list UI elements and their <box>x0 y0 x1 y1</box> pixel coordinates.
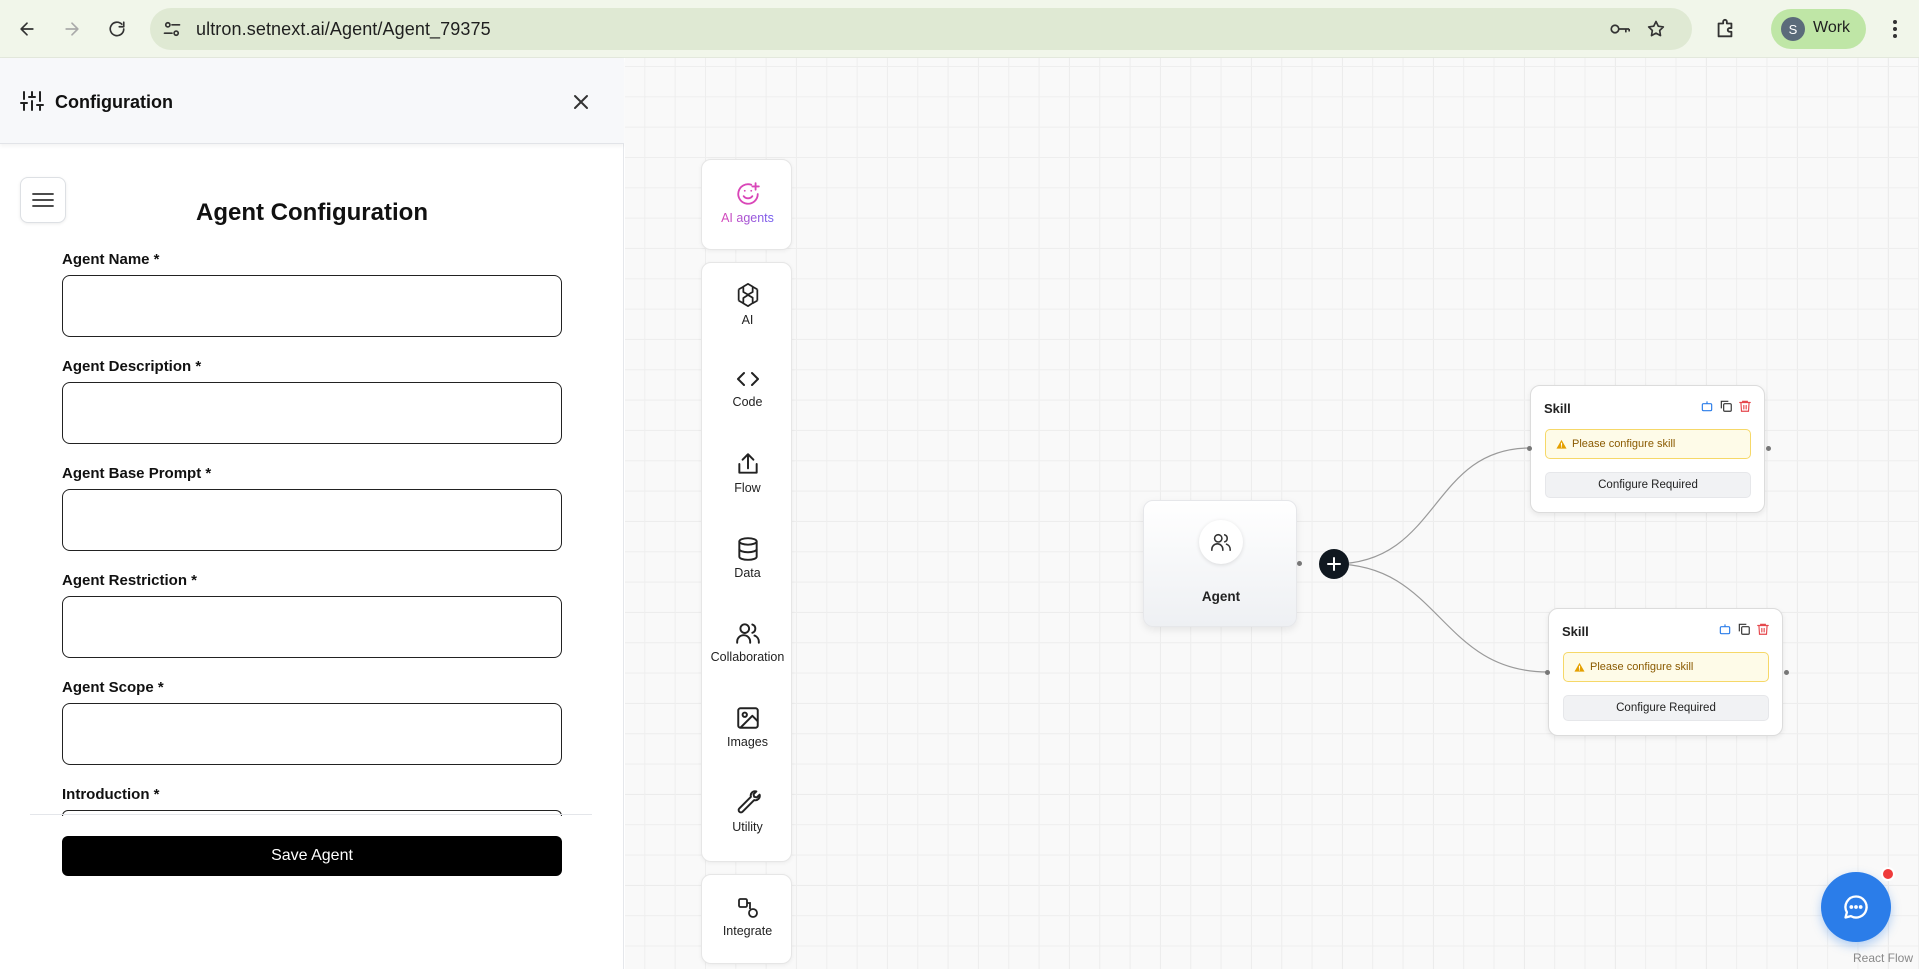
copy-icon[interactable] <box>1737 622 1751 636</box>
warning-icon <box>1574 662 1585 672</box>
trash-icon[interactable] <box>1738 399 1752 413</box>
tool-label: Images <box>727 735 768 749</box>
share-icon <box>737 453 758 474</box>
copy-icon[interactable] <box>1719 399 1733 413</box>
tool-label: AI <box>741 313 754 327</box>
agent-source-handle[interactable] <box>1297 561 1302 566</box>
tool-label: Collaboration <box>710 650 785 664</box>
wrench-icon <box>737 790 761 814</box>
chat-bubble-icon <box>1844 895 1868 919</box>
tool-code[interactable]: Code <box>702 367 793 447</box>
integrate-card[interactable]: Integrate <box>701 874 792 964</box>
configure-required-button[interactable]: Configure Required <box>1563 695 1769 721</box>
edge-agent-skill-1[interactable] <box>1333 447 1531 565</box>
users-icon <box>735 623 760 644</box>
trash-icon[interactable] <box>1756 622 1770 636</box>
skill-node[interactable]: Skill Please configure skill Configure R… <box>1548 608 1783 736</box>
skill-target-handle[interactable] <box>1545 670 1550 675</box>
react-flow-attribution[interactable]: React Flow <box>1853 951 1913 965</box>
chat-widget-button[interactable] <box>1821 872 1891 942</box>
tool-label: Flow <box>734 481 761 495</box>
tool-label: Integrate <box>722 924 773 938</box>
tool-label: Utility <box>732 820 763 834</box>
tool-palette: AI Code Flow Data Collaboration Images U… <box>701 262 792 862</box>
tool-collaboration[interactable]: Collaboration <box>702 620 793 700</box>
agent-node[interactable]: Agent <box>1143 500 1297 627</box>
smile-plus-icon <box>736 182 760 205</box>
plus-icon <box>1327 557 1341 571</box>
tool-label: Data <box>734 566 761 580</box>
tool-label: AI agents <box>721 211 774 225</box>
edge-agent-skill-2[interactable] <box>1333 563 1549 673</box>
ai-agents-card[interactable]: AI agents <box>701 159 792 250</box>
integrate-icon <box>737 898 758 918</box>
image-icon <box>736 707 759 729</box>
tool-label: Code <box>732 395 763 409</box>
tool-flow[interactable]: Flow <box>702 451 793 531</box>
skill-node[interactable]: Skill Please configure skill Configure R… <box>1530 385 1765 513</box>
skill-source-handle[interactable] <box>1784 670 1789 675</box>
users-icon <box>1211 533 1231 552</box>
agent-node-label: Agent <box>1201 589 1241 604</box>
tool-images[interactable]: Images <box>702 705 793 785</box>
robot-icon[interactable] <box>1700 399 1714 413</box>
skill-warning-text: Please configure skill <box>1590 661 1694 673</box>
warning-icon <box>1556 439 1567 449</box>
tool-integrate[interactable]: Integrate <box>702 896 793 969</box>
skill-title: Skill <box>1562 624 1589 639</box>
add-skill-button[interactable] <box>1319 549 1349 579</box>
skill-warning-banner: Please configure skill <box>1545 429 1751 459</box>
openai-icon <box>737 283 758 307</box>
configure-required-button[interactable]: Configure Required <box>1545 472 1751 498</box>
notification-dot <box>1881 867 1895 881</box>
robot-icon[interactable] <box>1718 622 1732 636</box>
skill-source-handle[interactable] <box>1766 446 1771 451</box>
skill-warning-text: Please configure skill <box>1572 438 1676 450</box>
tool-ai[interactable]: AI <box>702 281 793 361</box>
skill-actions <box>1700 399 1752 413</box>
database-icon <box>737 537 758 561</box>
skill-title: Skill <box>1544 401 1571 416</box>
skill-actions <box>1718 622 1770 636</box>
tool-utility[interactable]: Utility <box>702 790 793 870</box>
tool-data[interactable]: Data <box>702 536 793 616</box>
tool-ai-agents[interactable]: AI agents <box>702 181 793 261</box>
code-icon <box>736 372 759 386</box>
skill-target-handle[interactable] <box>1527 446 1532 451</box>
skill-warning-banner: Please configure skill <box>1563 652 1769 682</box>
agent-avatar <box>1199 520 1243 564</box>
